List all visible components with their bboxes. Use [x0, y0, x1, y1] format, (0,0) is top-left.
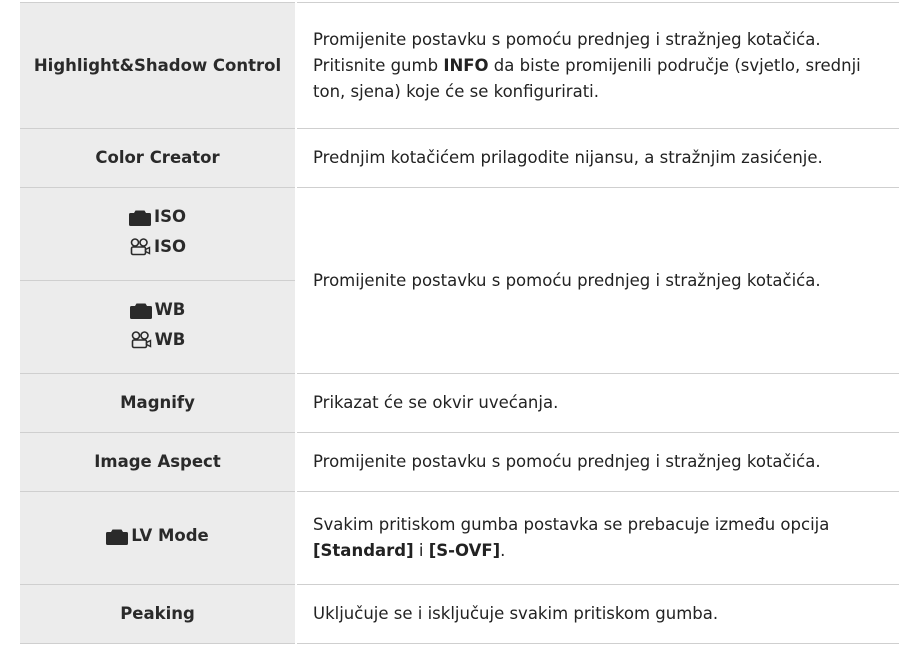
info-button-label: INFO [443, 55, 489, 75]
movie-camera-icon [130, 237, 151, 256]
camera-icon [106, 529, 129, 545]
movie-camera-icon [131, 330, 151, 349]
function-name: Magnify [20, 373, 297, 433]
function-name: Highlight&Shadow Control [20, 2, 297, 129]
table-row: ISO ISO Promijenite postavku s pomoću pr… [20, 187, 899, 374]
function-description: Promijenite postavku s pomoću prednjeg i… [296, 432, 899, 492]
table-row: LV Mode Svakim pritiskom gumba postavka … [20, 491, 899, 585]
function-description: Promijenite postavku s pomoću prednjeg i… [296, 2, 899, 129]
function-table: Highlight&Shadow Control Promijenite pos… [20, 2, 899, 644]
function-name: ISO ISO [20, 187, 297, 281]
function-name: WB WB [20, 280, 297, 374]
function-description: Prednjim kotačićem prilagodite nijansu, … [296, 128, 899, 188]
camera-icon [128, 210, 151, 226]
camera-icon [129, 303, 152, 319]
function-description: Uključuje se i isključuje svakim pritisk… [296, 584, 899, 644]
function-description: Prikazat će se okvir uvećanja. [296, 373, 899, 433]
table-row: Highlight&Shadow Control Promijenite pos… [20, 2, 899, 129]
table-row: Magnify Prikazat će se okvir uvećanja. [20, 373, 899, 433]
function-description: Svakim pritiskom gumba postavka se preba… [296, 491, 899, 585]
still-wb-label: WB [26, 297, 289, 327]
function-name: Image Aspect [20, 432, 297, 492]
table-row: Image Aspect Promijenite postavku s pomo… [20, 432, 899, 492]
option-standard: [Standard] [313, 541, 414, 560]
function-description: Promijenite postavku s pomoću prednjeg i… [296, 187, 899, 374]
movie-iso-label: ISO [26, 234, 289, 264]
option-s-ovf: [S-OVF] [428, 541, 501, 560]
function-name: LV Mode [20, 491, 297, 585]
table-row: Color Creator Prednjim kotačićem prilago… [20, 128, 899, 188]
still-iso-label: ISO [26, 204, 289, 234]
function-name: Color Creator [20, 128, 297, 188]
movie-wb-label: WB [26, 327, 289, 357]
function-name: Peaking [20, 584, 297, 644]
table-row: Peaking Uključuje se i isključuje svakim… [20, 584, 899, 644]
